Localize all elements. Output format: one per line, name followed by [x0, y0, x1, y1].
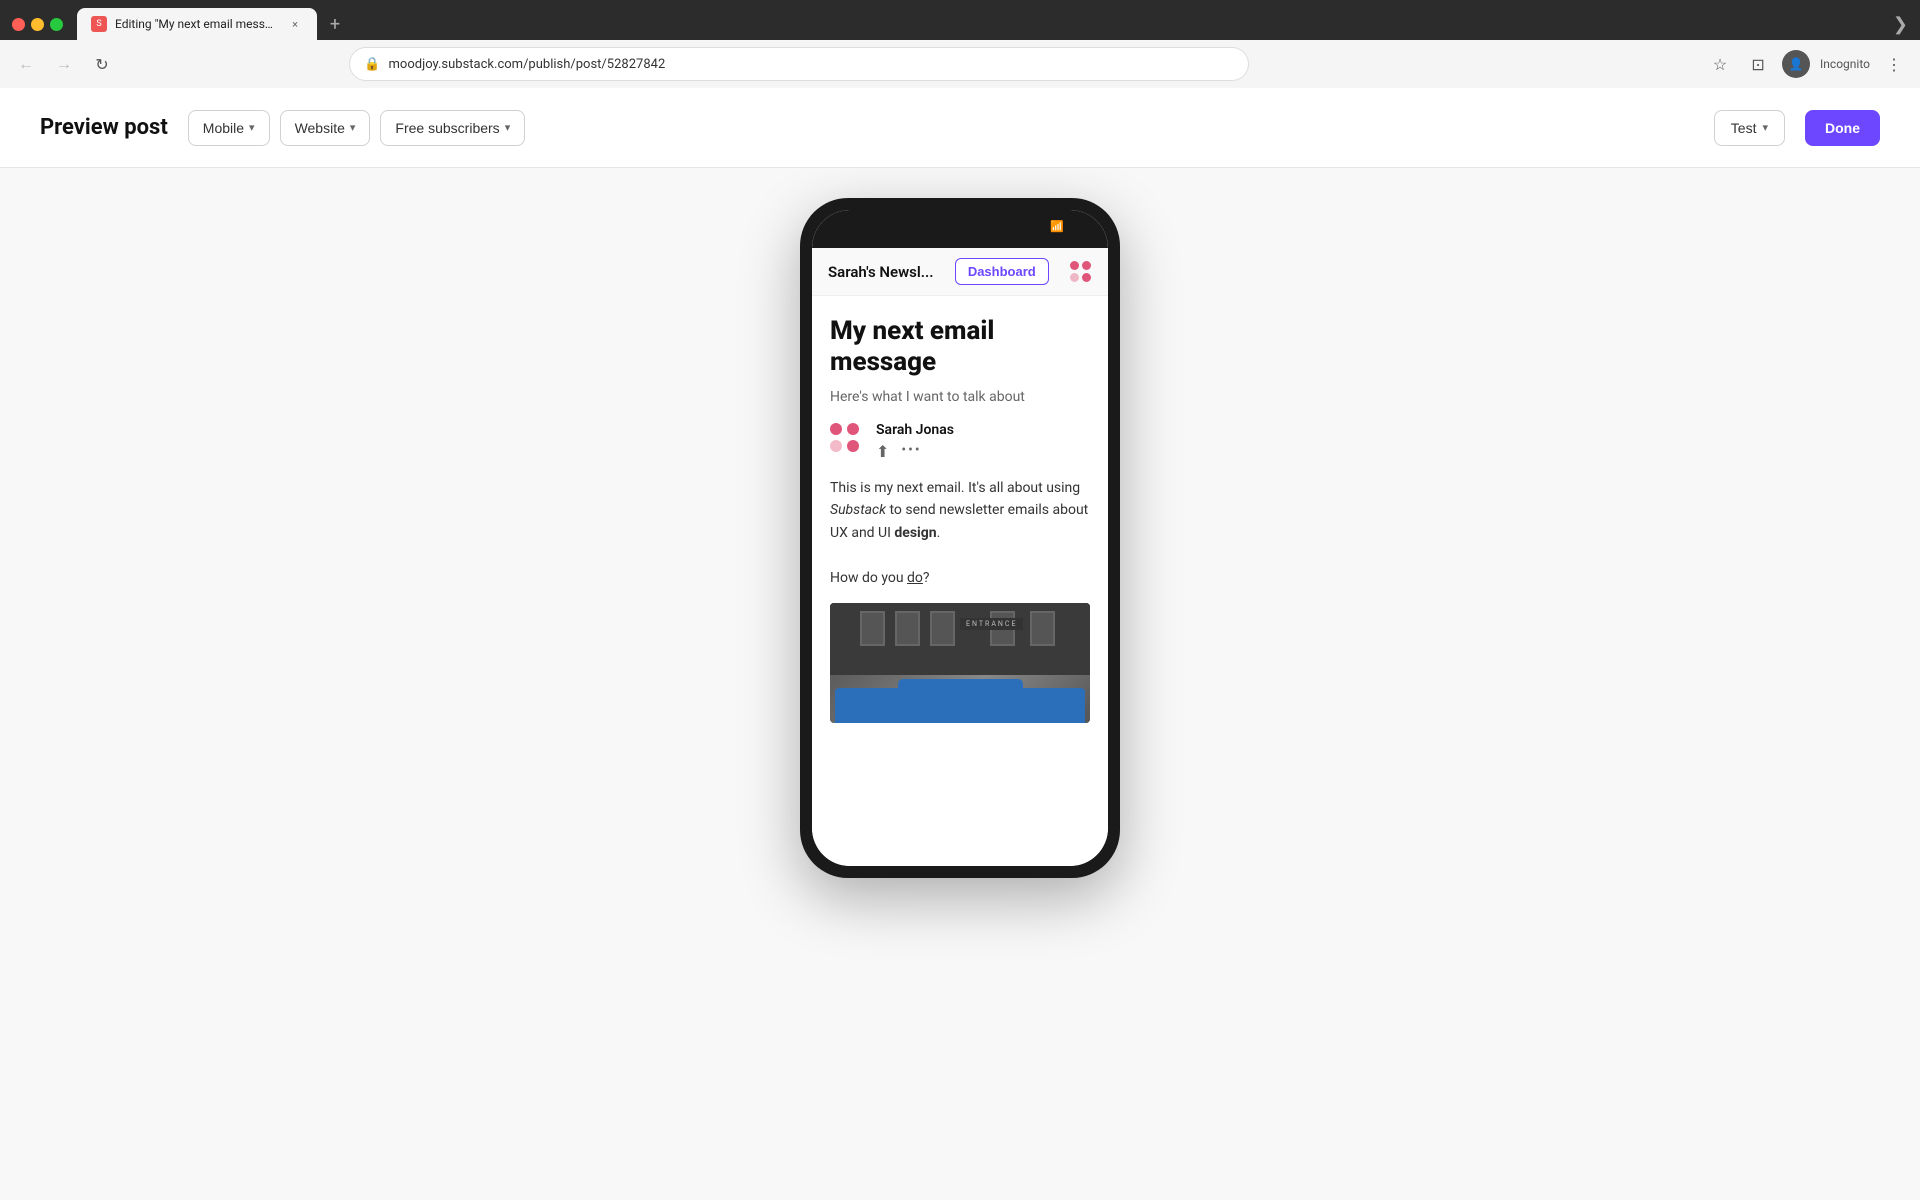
- website-chevron-icon: ▾: [350, 121, 356, 134]
- address-bar-actions: ☆ ⊡ 👤 Incognito ⋮: [1706, 50, 1908, 78]
- profile-button[interactable]: 👤: [1782, 50, 1810, 78]
- browser-chrome: S Editing "My next email messa... × + ❯ …: [0, 0, 1920, 88]
- browser-tab-bar: S Editing "My next email messa... × + ❯: [0, 0, 1920, 40]
- page-title: Preview post: [40, 115, 168, 140]
- dot-4: [1082, 273, 1091, 282]
- minimize-traffic-light[interactable]: [31, 18, 44, 31]
- phone-notch: [910, 210, 1010, 236]
- dot-3: [1070, 273, 1079, 282]
- tab-favicon: S: [91, 16, 107, 32]
- signal-bar-3: [1039, 224, 1042, 233]
- signal-bar-4: [1043, 221, 1046, 233]
- tab-bar-menu[interactable]: ❯: [1893, 14, 1908, 35]
- mobile-toggle-button[interactable]: Mobile ▾: [188, 110, 270, 146]
- phone-nav-bar: Sarah's Newsl... Dashboard: [812, 248, 1108, 296]
- signal-icon: [1030, 221, 1047, 233]
- dashboard-button[interactable]: Dashboard: [955, 258, 1049, 285]
- newsletter-name: Sarah's Newsl...: [828, 263, 934, 281]
- battery-icon: [1070, 221, 1092, 232]
- reload-button[interactable]: ↻: [88, 50, 116, 78]
- forward-button[interactable]: →: [50, 50, 78, 78]
- image-building: ENTRANCE: [830, 603, 1090, 675]
- subscribers-toggle-button[interactable]: Free subscribers ▾: [380, 110, 525, 146]
- tab-title: Editing "My next email messa...: [115, 17, 279, 31]
- phone-article: My next email message Here's what I want…: [812, 296, 1108, 866]
- author-info: Sarah Jonas ⬆ •••: [876, 422, 954, 461]
- article-subtitle: Here's what I want to talk about: [830, 388, 1090, 408]
- body-paragraph-1: This is my next email. It's all about us…: [830, 477, 1090, 544]
- close-traffic-light[interactable]: [12, 18, 25, 31]
- back-button[interactable]: ←: [12, 50, 40, 78]
- website-label: Website: [295, 120, 345, 136]
- author-avatar: [830, 423, 866, 459]
- page-content: Preview post Mobile ▾ Website ▾ Free sub…: [0, 88, 1920, 1200]
- bookmark-button[interactable]: ☆: [1706, 50, 1734, 78]
- main-area: 📶 Sarah's Newsl... Dashboard: [0, 168, 1920, 1200]
- image-background: ENTRANCE: [830, 603, 1090, 723]
- incognito-label: Incognito: [1820, 57, 1870, 71]
- tab-close-button[interactable]: ×: [287, 16, 303, 32]
- profile-icon: 👤: [1789, 57, 1804, 71]
- browser-menu-button[interactable]: ⋮: [1880, 50, 1908, 78]
- subscribers-chevron-icon: ▾: [505, 121, 511, 134]
- dot-2: [1082, 261, 1091, 270]
- phone-notch-area: 📶: [812, 210, 1108, 248]
- lock-icon: 🔒: [364, 57, 380, 72]
- avatar-dot-2: [847, 423, 859, 435]
- share-icon[interactable]: ⬆: [876, 442, 889, 461]
- more-options-icon[interactable]: •••: [901, 442, 921, 461]
- address-bar[interactable]: 🔒 moodjoy.substack.com/publish/post/5282…: [349, 47, 1249, 81]
- body-paragraph-2: How do you do?: [830, 567, 1090, 589]
- author-name: Sarah Jonas: [876, 422, 954, 438]
- extensions-button[interactable]: ⊡: [1744, 50, 1772, 78]
- signal-bar-2: [1034, 227, 1037, 233]
- article-image: ENTRANCE: [830, 603, 1090, 723]
- avatar-dot-4: [847, 440, 859, 452]
- new-tab-button[interactable]: +: [321, 10, 349, 38]
- dot-1: [1070, 261, 1079, 270]
- test-label: Test: [1731, 120, 1757, 136]
- substack-icon: [1070, 261, 1092, 283]
- phone-frame: 📶 Sarah's Newsl... Dashboard: [800, 198, 1120, 878]
- test-button[interactable]: Test ▾: [1714, 110, 1785, 146]
- url-text: moodjoy.substack.com/publish/post/528278…: [389, 57, 1235, 72]
- phone-content: Sarah's Newsl... Dashboard: [812, 248, 1108, 866]
- mobile-label: Mobile: [203, 120, 244, 136]
- mobile-chevron-icon: ▾: [249, 121, 255, 134]
- page-header: Preview post Mobile ▾ Website ▾ Free sub…: [0, 88, 1920, 168]
- browser-tab-active[interactable]: S Editing "My next email messa... ×: [77, 8, 317, 40]
- wifi-icon: 📶: [1050, 220, 1064, 233]
- avatar-dot-3: [830, 440, 842, 452]
- phone-screen: 📶 Sarah's Newsl... Dashboard: [812, 210, 1108, 866]
- traffic-lights: [12, 18, 63, 31]
- done-button[interactable]: Done: [1805, 110, 1880, 146]
- entrance-sign-text: ENTRANCE: [960, 618, 1023, 630]
- article-body: This is my next email. It's all about us…: [830, 477, 1090, 589]
- test-chevron-icon: ▾: [1762, 121, 1768, 134]
- battery-fill: [1072, 223, 1087, 230]
- article-title: My next email message: [830, 316, 1090, 378]
- author-actions: ⬆ •••: [876, 442, 954, 461]
- avatar-dot-1: [830, 423, 842, 435]
- signal-bar-1: [1030, 229, 1033, 233]
- author-row: Sarah Jonas ⬆ •••: [830, 422, 1090, 461]
- website-toggle-button[interactable]: Website ▾: [280, 110, 371, 146]
- dot-group: [1070, 261, 1092, 283]
- maximize-traffic-light[interactable]: [50, 18, 63, 31]
- avatar-dots: [830, 423, 860, 453]
- header-controls: Mobile ▾ Website ▾ Free subscribers ▾: [188, 110, 525, 146]
- phone-status-bar: 📶: [1030, 220, 1092, 233]
- browser-address-bar: ← → ↻ 🔒 moodjoy.substack.com/publish/pos…: [0, 40, 1920, 88]
- subscribers-label: Free subscribers: [395, 120, 499, 136]
